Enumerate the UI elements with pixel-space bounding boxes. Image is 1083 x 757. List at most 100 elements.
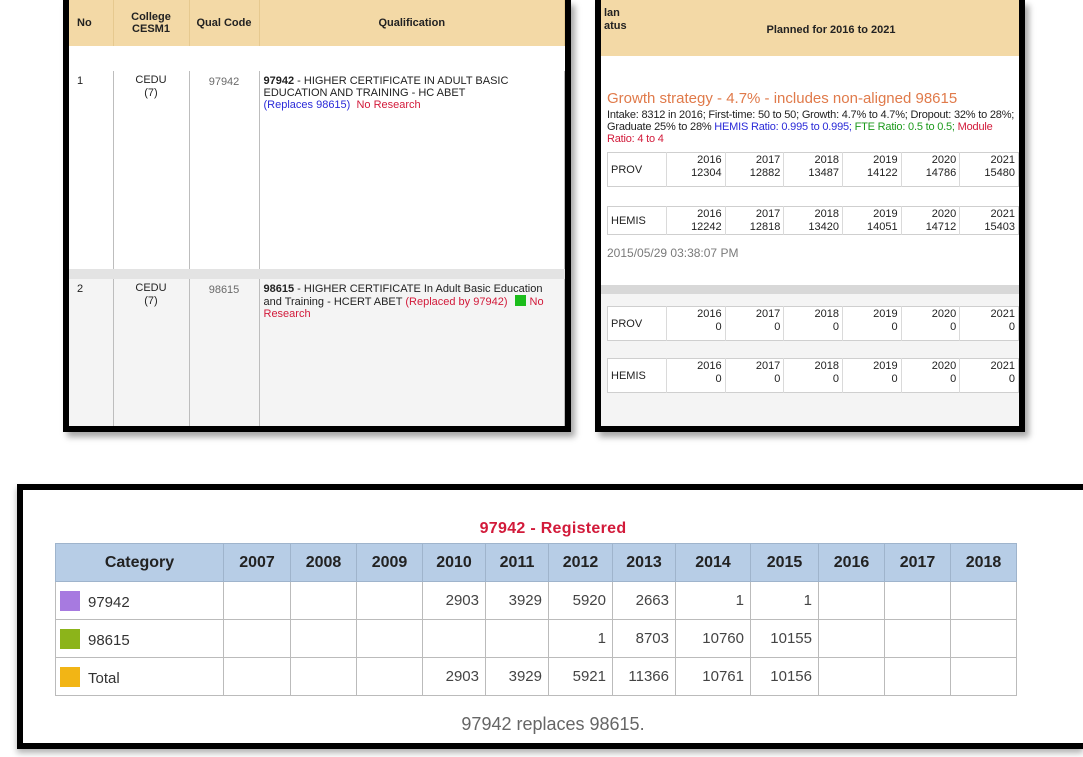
hemis-table: HEMIS 2016 2017 2018 2019 2020 2021 0 0 … xyxy=(607,358,1019,393)
value-cell: 14786 xyxy=(900,166,960,186)
spacer-row xyxy=(69,46,565,71)
value-cell xyxy=(950,581,1017,620)
value-cell: 1 xyxy=(548,619,613,658)
table-row: Total 2903 3929 5921 11366 10761 10156 xyxy=(55,657,1017,696)
swatch-97942 xyxy=(60,590,80,611)
year-cell: 2021 xyxy=(959,152,1019,166)
year-cell: 2020 xyxy=(900,306,960,320)
replaced-by-link[interactable]: (Replaced by 97942) xyxy=(405,296,507,308)
replaces-link[interactable]: (Replaces 98615) xyxy=(264,99,351,111)
replacement-note: 97942 replaces 98615. xyxy=(461,714,645,734)
value-cell: 0 xyxy=(959,372,1019,392)
plan-row-2: PROV 2016 2017 2018 2019 2020 2021 0 0 0… xyxy=(601,294,1019,426)
value-cell: 11366 xyxy=(612,657,676,696)
value-cell: 12304 xyxy=(666,166,726,186)
year-cell: 2016 xyxy=(666,358,726,372)
year-cell: 2019 xyxy=(841,152,902,166)
value-cell: 13420 xyxy=(783,220,843,234)
value-cell: 0 xyxy=(666,320,726,340)
year-cell: 2016 xyxy=(666,152,726,166)
header-year: 2011 xyxy=(485,543,549,582)
header-year: 2016 xyxy=(818,543,885,582)
college-sub: (7) xyxy=(144,295,158,307)
header-year: 2014 xyxy=(675,543,751,582)
qualification-cell: 97942 - HIGHER CERTIFICATE IN ADULT BASI… xyxy=(259,71,565,269)
value-cell: 1 xyxy=(750,581,819,620)
qualification-panel: No College CESM1 Qual Code Qualification… xyxy=(63,0,571,432)
value-cell: 2903 xyxy=(422,581,486,620)
value-cell xyxy=(950,657,1017,696)
value-cell: 15403 xyxy=(959,220,1019,234)
value-cell xyxy=(818,619,885,658)
timestamp: 2015/05/29 03:38:07 PM xyxy=(607,246,739,260)
value-cell: 13487 xyxy=(783,166,843,186)
table-row: 98615 1 8703 10760 10155 xyxy=(55,619,1017,658)
year-cell: 2019 xyxy=(841,206,902,220)
value-cell: 0 xyxy=(900,372,960,392)
college-name: CEDU xyxy=(135,282,167,294)
value-cell xyxy=(290,619,357,658)
value-cell: 0 xyxy=(724,320,784,340)
value-cell xyxy=(950,619,1017,658)
value-cell: 10156 xyxy=(750,657,819,696)
value-cell xyxy=(884,581,951,620)
registered-title: 97942 - Registered xyxy=(479,520,627,537)
qual-code-bold: 97942 xyxy=(263,75,295,87)
swatch-total xyxy=(60,666,80,687)
year-cell: 2017 xyxy=(724,306,784,320)
value-cell: 0 xyxy=(900,320,960,340)
value-cell xyxy=(290,581,357,620)
value-cell xyxy=(356,657,423,696)
status-square-icon xyxy=(514,295,526,306)
desc-fte-ratio: FTE Ratio: 0.5 to 0.5; xyxy=(851,121,955,133)
header-year: 2018 xyxy=(950,543,1017,582)
plan-header: lan atus Planned for 2016 to 2021 xyxy=(601,0,1019,56)
value-cell xyxy=(818,657,885,696)
header-year: 2013 xyxy=(612,543,676,582)
qual-title: - HIGHER CERTIFICATE IN ADULT BASIC EDUC… xyxy=(263,75,509,99)
header-qual-code: Qual Code xyxy=(189,0,260,46)
swatch-98615 xyxy=(60,628,80,649)
value-cell: 0 xyxy=(783,372,843,392)
value-cell: 5921 xyxy=(548,657,613,696)
header-college: College CESM1 xyxy=(113,0,190,46)
prov-table: PROV 2016 2017 2018 2019 2020 2021 0 0 0… xyxy=(607,306,1019,341)
row-separator xyxy=(601,285,1019,294)
table-row: 97942 2903 3929 5920 2663 1 1 xyxy=(55,581,1017,620)
value-cell xyxy=(818,581,885,620)
year-cell: 2020 xyxy=(900,358,960,372)
header-category: Category xyxy=(55,543,224,582)
value-cell xyxy=(223,657,291,696)
year-cell: 2016 xyxy=(666,206,726,220)
desc-hemis-ratio: HEMIS Ratio: 0.995 to 0.995; xyxy=(714,121,852,133)
value-cell: 2903 xyxy=(422,657,486,696)
category-label: 98615 xyxy=(88,631,130,649)
prov-label: PROV xyxy=(611,317,643,330)
value-cell: 0 xyxy=(724,372,784,392)
table-row: 1 CEDU (7) 97942 97942 - HIGHER CERTIFIC… xyxy=(69,71,565,269)
year-cell: 2017 xyxy=(724,358,784,372)
header-year: 2015 xyxy=(750,543,819,582)
value-cell: 8703 xyxy=(612,619,676,658)
value-cell xyxy=(356,581,423,620)
row-no: 1 xyxy=(69,71,114,269)
header-year: 2008 xyxy=(290,543,357,582)
category-cell: 97942 xyxy=(55,581,224,620)
college-sub: (7) xyxy=(144,87,158,99)
college-name: CEDU xyxy=(135,74,167,86)
value-cell: 0 xyxy=(841,372,902,392)
registered-table: Category 2007 2008 2009 2010 2011 2012 2… xyxy=(55,543,1017,696)
registered-panel: 97942 - Registered Category 2007 2008 20… xyxy=(17,484,1083,749)
plan-panel: lan atus Planned for 2016 to 2021 Growth… xyxy=(595,0,1025,432)
year-cell: 2018 xyxy=(783,306,843,320)
header-year: 2007 xyxy=(223,543,291,582)
value-cell: 10761 xyxy=(675,657,751,696)
year-cell: 2017 xyxy=(724,152,784,166)
row-no: 2 xyxy=(69,279,114,426)
college-cell: CEDU (7) xyxy=(113,279,190,426)
hemis-table: HEMIS 2016 2017 2018 2019 2020 2021 1224… xyxy=(607,206,1019,235)
prov-label: PROV xyxy=(611,163,643,176)
year-cell: 2020 xyxy=(900,152,960,166)
year-cell: 2020 xyxy=(900,206,960,220)
year-cell: 2021 xyxy=(959,306,1019,320)
